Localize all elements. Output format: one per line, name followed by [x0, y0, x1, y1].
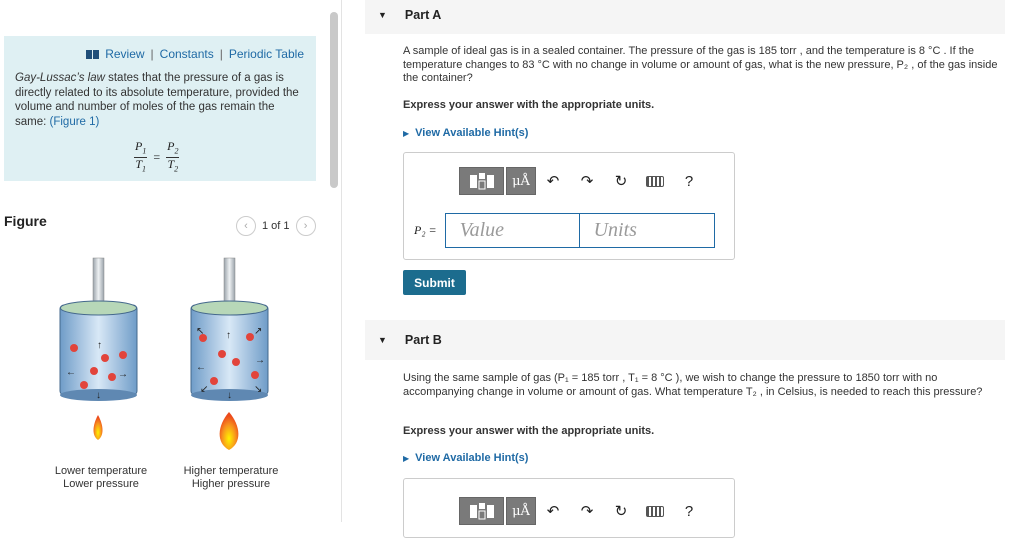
- value-input[interactable]: Value: [444, 213, 580, 248]
- collapse-arrow-icon: ▼: [378, 10, 387, 20]
- keyboard-button[interactable]: [638, 497, 672, 525]
- scrollbar[interactable]: [330, 12, 338, 188]
- caption-right-pressure: Higher pressure: [191, 478, 271, 490]
- t1-symbol: T: [135, 157, 143, 172]
- keyboard-icon: [646, 175, 664, 187]
- svg-text:↗: ↗: [254, 326, 262, 337]
- hint-label: View Available Hint(s): [415, 127, 529, 139]
- book-icon: [86, 49, 100, 59]
- keyboard-icon: [646, 505, 664, 517]
- caption-left-pressure: Lower pressure: [63, 478, 139, 490]
- hint-label: View Available Hint(s): [415, 452, 529, 464]
- fraction-right: P2 T2: [166, 140, 180, 176]
- expand-arrow-icon: ▶: [403, 453, 410, 463]
- expand-arrow-icon: ▶: [403, 128, 410, 138]
- fraction-left: P1 T1: [134, 140, 148, 176]
- figure-title: Figure: [4, 213, 47, 229]
- help-icon[interactable]: ?: [672, 497, 706, 525]
- separator: |: [150, 47, 154, 61]
- resource-links: Review | Constants | Periodic Table: [86, 47, 304, 61]
- part-a-question: A sample of ideal gas is in a sealed con…: [403, 45, 998, 84]
- svg-text:↑: ↑: [226, 330, 231, 341]
- units-input[interactable]: Units: [579, 213, 715, 248]
- info-box: Review | Constants | Periodic Table Gay-…: [4, 36, 316, 181]
- svg-text:↖: ↖: [196, 326, 204, 337]
- caption-left: Lower temperature Lower pressure: [46, 465, 156, 491]
- template-icon: [469, 173, 494, 190]
- undo-icon[interactable]: ↶: [536, 497, 570, 525]
- part-a-label: Part A: [404, 8, 442, 22]
- caption-right: Higher temperature Higher pressure: [176, 465, 286, 491]
- prev-figure-button[interactable]: ‹: [236, 216, 256, 236]
- part-b-answer-box: μÅ ↶ ↷ ↻ ?: [403, 478, 735, 538]
- submit-button[interactable]: Submit: [403, 270, 466, 295]
- template-icon: [469, 503, 494, 520]
- template-button[interactable]: [459, 497, 504, 525]
- reset-icon[interactable]: ↻: [604, 497, 638, 525]
- figure-pager: ‹ 1 of 1 ›: [236, 216, 316, 236]
- sub-2: 2: [174, 146, 179, 156]
- figure-count: 1 of 1: [262, 220, 290, 232]
- separator: |: [219, 47, 223, 61]
- gas-cylinders-image: ↑ ← → ↓ ↖ ↑ ↗ ← → ↙ ↓ ↘: [59, 257, 269, 450]
- template-button[interactable]: [459, 167, 504, 195]
- caption-left-temp: Lower temperature: [54, 465, 148, 477]
- redo-icon[interactable]: ↷: [570, 167, 604, 195]
- svg-text:↓: ↓: [96, 390, 101, 401]
- svg-text:↓: ↓: [227, 390, 232, 401]
- sub-1: 1: [142, 164, 147, 174]
- svg-text:←: ←: [66, 367, 76, 378]
- answer-input-row: P₂ = Value Units: [414, 213, 715, 248]
- keyboard-button[interactable]: [638, 167, 672, 195]
- answer-toolbar: μÅ ↶ ↷ ↻ ?: [459, 167, 706, 195]
- next-figure-button[interactable]: ›: [295, 216, 316, 236]
- answer-toolbar: μÅ ↶ ↷ ↻ ?: [459, 497, 706, 525]
- caption-right-temp: Higher temperature: [183, 465, 279, 477]
- law-description: Gay-Lussac’s law states that the pressur…: [15, 71, 305, 129]
- undo-icon[interactable]: ↶: [536, 167, 570, 195]
- part-a-header[interactable]: ▼ Part A: [365, 0, 1005, 34]
- sub-1: 1: [142, 146, 147, 156]
- reset-icon[interactable]: ↻: [604, 167, 638, 195]
- svg-text:→: →: [255, 355, 265, 366]
- part-b-label: Part B: [404, 333, 442, 347]
- part-a-hint-toggle[interactable]: ▶ View Available Hint(s): [403, 127, 528, 139]
- figure-illustration: ↑ ← → ↓ ↖ ↑ ↗ ← → ↙ ↓ ↘ Lower temperatur…: [40, 250, 330, 500]
- left-pane: Review | Constants | Periodic Table Gay-…: [0, 0, 342, 522]
- units-button[interactable]: μÅ: [506, 497, 536, 525]
- part-a-instruction: Express your answer with the appropriate…: [403, 99, 655, 111]
- redo-icon[interactable]: ↷: [570, 497, 604, 525]
- p2-var-label: P₂ =: [414, 223, 437, 237]
- periodic-table-link[interactable]: Periodic Table: [229, 47, 304, 61]
- part-b-header[interactable]: ▼ Part B: [365, 320, 1005, 360]
- law-name: Gay-Lussac’s law: [15, 72, 105, 84]
- svg-text:→: →: [118, 369, 128, 380]
- svg-text:←: ←: [196, 362, 206, 373]
- svg-text:↑: ↑: [97, 340, 102, 351]
- equals-sign: =: [153, 150, 161, 165]
- units-button[interactable]: μÅ: [506, 167, 536, 195]
- sub-2: 2: [174, 164, 179, 174]
- figure-link[interactable]: (Figure 1): [50, 116, 100, 128]
- constants-link[interactable]: Constants: [160, 47, 214, 61]
- part-b-hint-toggle[interactable]: ▶ View Available Hint(s): [403, 452, 528, 464]
- part-a-answer-box: μÅ ↶ ↷ ↻ ? P₂ = Value Units: [403, 152, 735, 260]
- part-b-instruction: Express your answer with the appropriate…: [403, 425, 655, 437]
- part-b-question: Using the same sample of gas (P₁ = 185 t…: [403, 372, 983, 398]
- svg-text:↘: ↘: [254, 384, 262, 395]
- right-pane: ▼ Part A A sample of ideal gas is in a s…: [365, 0, 1005, 538]
- review-link[interactable]: Review: [105, 47, 144, 61]
- formula: P1 T1 = P2 T2: [134, 140, 180, 176]
- collapse-arrow-icon: ▼: [378, 335, 387, 345]
- svg-text:↙: ↙: [200, 384, 208, 395]
- help-icon[interactable]: ?: [672, 167, 706, 195]
